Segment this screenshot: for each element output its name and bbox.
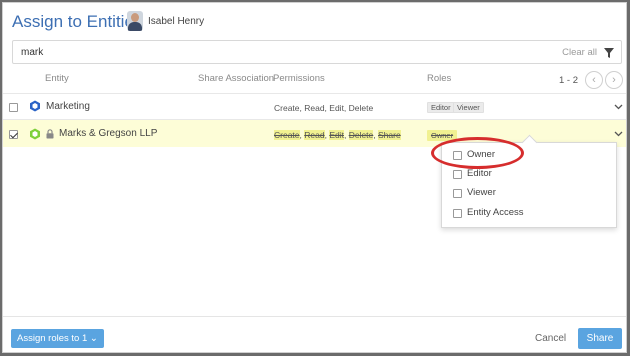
- column-header-permissions[interactable]: Permissions: [273, 73, 325, 89]
- user-name: Isabel Henry: [148, 16, 205, 27]
- entity-hexagon-icon: [30, 128, 40, 140]
- modal-footer: Assign roles to 1 ⌄ Cancel Share: [3, 316, 626, 354]
- role-option-label: Entity Access: [467, 207, 524, 218]
- next-page-button[interactable]: ›: [605, 71, 623, 89]
- role-option-viewer[interactable]: Viewer: [442, 184, 616, 203]
- modal-header: Assign to Entities Isabel Henry: [3, 3, 626, 39]
- role-tag: Viewer: [453, 102, 484, 113]
- role-option-label: Editor: [467, 168, 492, 179]
- chevron-down-icon[interactable]: [614, 131, 623, 137]
- role-option-entity-access[interactable]: Entity Access: [442, 204, 616, 223]
- clear-all-button[interactable]: Clear all: [562, 47, 597, 58]
- filter-icon[interactable]: [603, 47, 615, 59]
- search-input[interactable]: [13, 41, 553, 63]
- role-option-label: Viewer: [467, 187, 496, 198]
- role-option-checkbox[interactable]: [453, 209, 462, 218]
- table-row[interactable]: Marketing Create, Read, Edit, Delete Edi…: [3, 93, 626, 119]
- column-header-roles[interactable]: Roles: [427, 73, 451, 89]
- user-avatar: [127, 11, 143, 31]
- share-button[interactable]: Share: [578, 328, 622, 349]
- column-header-entity[interactable]: Entity: [45, 73, 69, 89]
- role-tag: Editor: [427, 102, 455, 113]
- role-option-checkbox[interactable]: [453, 170, 462, 179]
- entity-name: Marketing: [46, 101, 90, 112]
- entity-hexagon-icon: [30, 100, 40, 112]
- chevron-down-icon[interactable]: [614, 104, 623, 110]
- pagination-range: 1 - 2: [559, 75, 579, 86]
- modal-title: Assign to Entities: [12, 12, 143, 31]
- permissions-text: Create, Read, Edit, Delete: [274, 103, 374, 113]
- row-checkbox-checked[interactable]: [9, 130, 18, 139]
- assign-roles-button[interactable]: Assign roles to 1 ⌄: [11, 329, 104, 348]
- previous-page-button[interactable]: ‹: [585, 71, 603, 89]
- column-header-share-association[interactable]: Share Association: [198, 73, 274, 89]
- lock-icon: [46, 129, 54, 139]
- search-bar: Clear all: [12, 40, 622, 64]
- permissions-text-struck: Create, Read, Edit, Delete, Share: [274, 130, 401, 140]
- role-option-checkbox[interactable]: [453, 189, 462, 198]
- annotation-highlight-ellipse: [431, 137, 524, 169]
- row-checkbox[interactable]: [9, 103, 18, 112]
- entity-name: Marks & Gregson LLP: [59, 128, 158, 139]
- assign-entities-modal: Assign to Entities Isabel Henry Clear al…: [2, 2, 627, 353]
- cancel-button[interactable]: Cancel: [535, 333, 566, 344]
